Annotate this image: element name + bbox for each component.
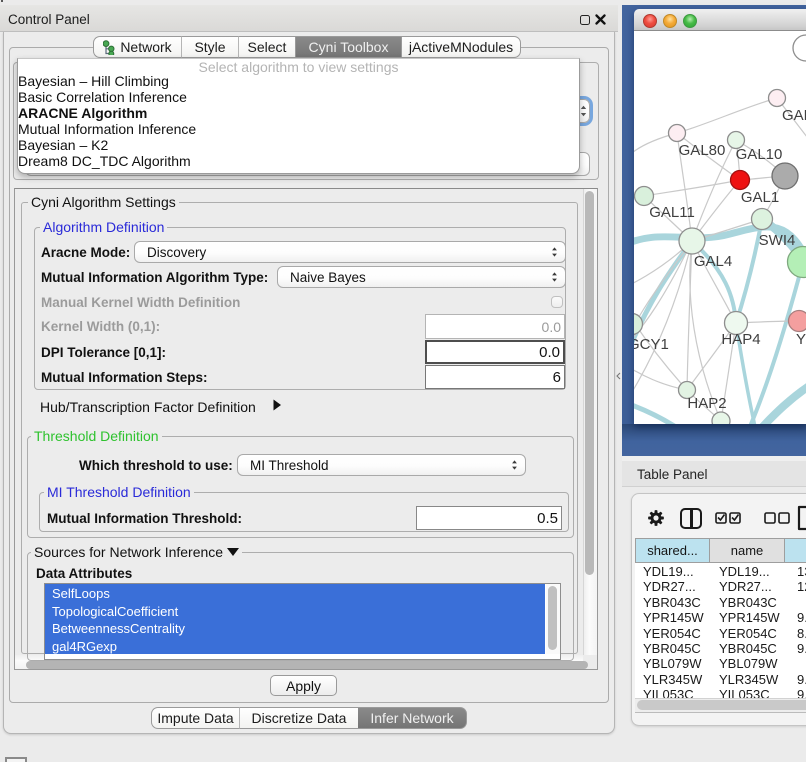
svg-text:GAL1: GAL1	[741, 189, 779, 206]
svg-text:GAL80: GAL80	[679, 142, 726, 159]
svg-text:GAL2: GAL2	[782, 107, 806, 124]
svg-text:GCY1: GCY1	[634, 336, 669, 353]
svg-text:Y: Y	[796, 331, 806, 348]
svg-text:SWI4: SWI4	[759, 232, 796, 249]
svg-text:HAP2: HAP2	[687, 395, 726, 412]
svg-text:GAL11: GAL11	[649, 204, 695, 221]
svg-text:GAL4: GAL4	[694, 253, 732, 270]
svg-text:GAL10: GAL10	[736, 146, 783, 163]
svg-text:HAP4: HAP4	[721, 331, 760, 348]
